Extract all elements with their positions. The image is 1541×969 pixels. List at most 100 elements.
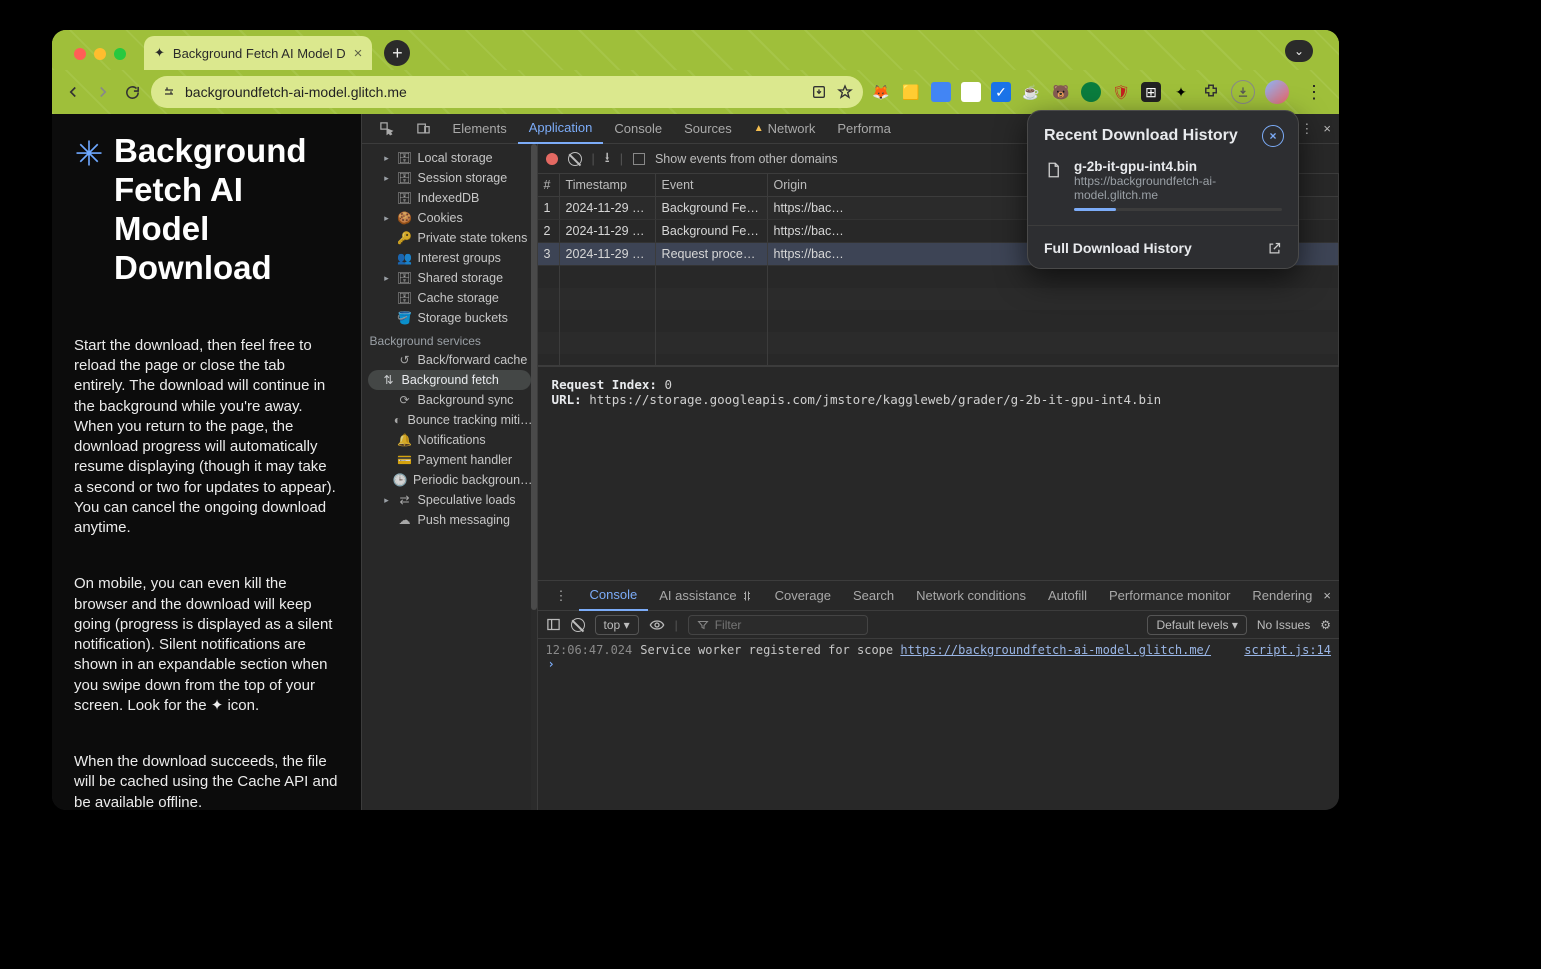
minimize-window-button[interactable] xyxy=(94,48,106,60)
webpage: Background Fetch AI Model Download Start… xyxy=(52,114,361,810)
drawer-tab-coverage[interactable]: Coverage xyxy=(764,581,842,611)
devtools-tab-network[interactable]: Network xyxy=(743,114,827,144)
devtools-tab-performance[interactable]: Performa xyxy=(826,114,901,144)
sidebar-item[interactable]: 🕒Periodic backgroun… xyxy=(362,470,537,490)
sidebar-item[interactable]: ▸🗄Shared storage xyxy=(362,268,537,288)
drawer-tabs: ⋮ Console AI assistance Coverage Search … xyxy=(538,581,1339,611)
extension-icon[interactable]: ✦ xyxy=(1171,82,1191,102)
extension-icon[interactable] xyxy=(931,82,951,102)
drawer-tab-autofill[interactable]: Autofill xyxy=(1037,581,1098,611)
drawer-tab-network-conditions[interactable]: Network conditions xyxy=(905,581,1037,611)
extension-icon[interactable]: 🛡 xyxy=(1111,82,1131,102)
sidebar-item[interactable]: 👥Interest groups xyxy=(362,248,537,268)
popover-close-button[interactable]: × xyxy=(1262,125,1284,147)
extension-icon[interactable]: 🦊 xyxy=(871,82,891,102)
tab-close-button[interactable]: × xyxy=(354,45,363,62)
console-link[interactable]: https://backgroundfetch-ai-model.glitch.… xyxy=(900,643,1211,657)
live-expression-icon[interactable] xyxy=(649,617,665,633)
device-toolbar-icon[interactable] xyxy=(405,114,442,144)
console-prompt[interactable]: › xyxy=(546,657,1331,671)
drawer-tab-console[interactable]: Console xyxy=(579,581,649,611)
tab-title: Background Fetch AI Model D xyxy=(173,46,346,61)
extension-icon[interactable] xyxy=(1081,82,1101,102)
extension-icon[interactable]: ☕ xyxy=(1021,82,1041,102)
devtools-close-icon[interactable]: × xyxy=(1323,121,1331,137)
drawer-menu-icon[interactable]: ⋮ xyxy=(544,581,579,611)
console-clear-button[interactable] xyxy=(571,618,585,632)
record-button[interactable] xyxy=(546,153,558,165)
save-events-icon[interactable]: ⭳ xyxy=(605,147,610,171)
sidebar-item[interactable]: ⟳Background sync xyxy=(362,390,537,410)
browser-tab[interactable]: ✦ Background Fetch AI Model D × xyxy=(144,36,372,70)
download-progress-bar xyxy=(1074,208,1282,211)
console-levels-selector[interactable]: Default levels ▾ xyxy=(1147,615,1246,635)
console-context-selector[interactable]: top ▾ xyxy=(595,615,639,635)
devtools-tab-sources[interactable]: Sources xyxy=(673,114,743,144)
sidebar-item[interactable]: 🔔Notifications xyxy=(362,430,537,450)
extensions-menu-icon[interactable] xyxy=(1201,82,1221,102)
drawer-tab-ai[interactable]: AI assistance xyxy=(648,581,763,611)
tab-dropdown-button[interactable]: ⌄ xyxy=(1285,40,1313,62)
sidebar-item[interactable]: 🔑Private state tokens xyxy=(362,228,537,248)
chrome-menu-button[interactable]: ⋮ xyxy=(1299,82,1329,103)
drawer-tab-search[interactable]: Search xyxy=(842,581,905,611)
drawer-tab-perf-monitor[interactable]: Performance monitor xyxy=(1098,581,1241,611)
console-source-link[interactable]: script.js:14 xyxy=(1244,643,1331,657)
sidebar-item[interactable]: ▸🍪Cookies xyxy=(362,208,537,228)
sidebar-item[interactable]: 🗄Cache storage xyxy=(362,288,537,308)
clear-button[interactable] xyxy=(568,152,582,166)
event-detail: Request Index: 0 URL: https://storage.go… xyxy=(538,366,1339,580)
devtools-drawer: ⋮ Console AI assistance Coverage Search … xyxy=(538,580,1339,810)
console-settings-icon[interactable]: ⚙ xyxy=(1320,618,1331,632)
bookmark-icon[interactable] xyxy=(837,84,853,100)
toolbar-extensions: 🦊 🟨 ✓ ☕ 🐻 🛡 ⊞ ✦ ⋮ xyxy=(871,80,1329,104)
sidebar-scrollbar[interactable] xyxy=(531,144,537,810)
sidebar-item-background-fetch[interactable]: ⇅Background fetch xyxy=(368,370,531,390)
site-settings-icon[interactable] xyxy=(161,84,177,100)
reload-button[interactable] xyxy=(121,78,143,106)
full-download-history-link[interactable]: Full Download History xyxy=(1028,232,1298,260)
sidebar-item[interactable]: 🪣Storage buckets xyxy=(362,308,537,328)
sidebar-item[interactable]: ▸🗄Session storage xyxy=(362,168,537,188)
extension-icon[interactable]: ✓ xyxy=(991,82,1011,102)
downloads-icon[interactable] xyxy=(1231,80,1255,104)
console-sidebar-toggle-icon[interactable] xyxy=(546,617,561,632)
inspect-element-icon[interactable] xyxy=(368,114,405,144)
address-bar[interactable]: backgroundfetch-ai-model.glitch.me xyxy=(151,76,863,108)
sidebar-item[interactable]: ▸🗄Local storage xyxy=(362,148,537,168)
extension-icon[interactable]: 🟨 xyxy=(901,82,921,102)
window-controls xyxy=(64,36,136,70)
paragraph: When the download succeeds, the file wil… xyxy=(74,752,339,810)
file-icon xyxy=(1044,159,1064,211)
drawer-tab-rendering[interactable]: Rendering xyxy=(1241,581,1323,611)
console-issues-label[interactable]: No Issues xyxy=(1257,618,1310,632)
back-button[interactable] xyxy=(62,78,84,106)
devtools-tab-elements[interactable]: Elements xyxy=(442,114,518,144)
console-timestamp: 12:06:47.024 xyxy=(546,643,633,657)
profile-avatar[interactable] xyxy=(1265,80,1289,104)
drawer-close-icon[interactable]: × xyxy=(1323,588,1331,603)
devtools-tab-console[interactable]: Console xyxy=(603,114,673,144)
show-other-domains-checkbox[interactable] xyxy=(633,153,645,165)
maximize-window-button[interactable] xyxy=(114,48,126,60)
sidebar-item[interactable]: ▸⇄Speculative loads xyxy=(362,490,537,510)
new-tab-button[interactable]: + xyxy=(384,40,410,66)
sidebar-item[interactable]: 💳Payment handler xyxy=(362,450,537,470)
forward-button[interactable] xyxy=(92,78,114,106)
sidebar-item[interactable]: 🗄IndexedDB xyxy=(362,188,537,208)
download-file-name: g-2b-it-gpu-int4.bin xyxy=(1074,159,1282,174)
download-origin: https://backgroundfetch-ai-model.glitch.… xyxy=(1074,174,1282,202)
sidebar-item[interactable]: ◐Bounce tracking miti… xyxy=(362,410,537,430)
install-app-icon[interactable] xyxy=(811,84,827,100)
console-toolbar: top ▾ | Default levels ▾ No Issu xyxy=(538,611,1339,639)
extension-icon[interactable]: ⊞ xyxy=(1141,82,1161,102)
close-window-button[interactable] xyxy=(74,48,86,60)
console-filter-input[interactable] xyxy=(688,615,868,635)
devtools-tab-application[interactable]: Application xyxy=(518,114,604,144)
extension-icon[interactable]: 🐻 xyxy=(1051,82,1071,102)
sidebar-item[interactable]: ☁Push messaging xyxy=(362,510,537,530)
sidebar-item[interactable]: ↺Back/forward cache xyxy=(362,350,537,370)
extension-icon[interactable] xyxy=(961,82,981,102)
devtools-more-icon[interactable]: ⋮ xyxy=(1300,121,1313,137)
download-item[interactable]: g-2b-it-gpu-int4.bin https://backgroundf… xyxy=(1028,157,1298,219)
